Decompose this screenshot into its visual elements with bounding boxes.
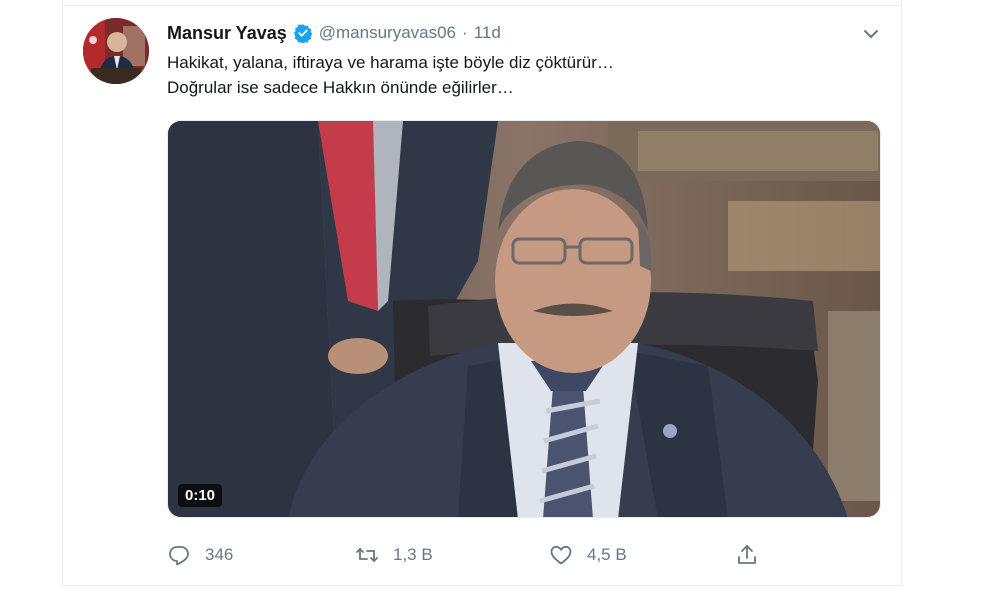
tweet-actions: 346 1,3 B 4,5 B <box>167 540 777 570</box>
verified-badge-icon <box>293 23 313 43</box>
timestamp[interactable]: 11d <box>474 23 501 43</box>
reply-count: 346 <box>205 545 234 564</box>
video-player[interactable]: 0:10 <box>167 120 881 518</box>
retweet-count: 1,3 B <box>393 545 433 564</box>
video-thumbnail <box>168 121 880 517</box>
tweet-text-line-2: Doğrular ise sadece Hakkın önünde eğilir… <box>167 78 514 97</box>
separator: · <box>462 23 468 42</box>
reply-button[interactable]: 346 <box>167 540 233 570</box>
tweet-screenshot: Mansur Yavaş @mansuryavas06 · 11d Hakika… <box>0 0 1000 600</box>
heart-icon <box>550 545 572 565</box>
avatar[interactable] <box>83 18 149 84</box>
share-button[interactable] <box>735 540 773 570</box>
tweet-header: Mansur Yavaş @mansuryavas06 · 11d <box>167 20 501 46</box>
tweet-card[interactable]: Mansur Yavaş @mansuryavas06 · 11d Hakika… <box>62 0 902 586</box>
like-count: 4,5 B <box>587 545 627 564</box>
author-name[interactable]: Mansur Yavaş <box>167 23 287 44</box>
divider <box>63 0 901 6</box>
author-handle[interactable]: @mansuryavas06 <box>319 23 456 43</box>
share-icon <box>738 545 756 564</box>
tweet-text: Hakikat, yalana, iftiraya ve harama işte… <box>167 50 614 100</box>
reply-icon <box>169 546 189 566</box>
like-button[interactable]: 4,5 B <box>549 540 627 570</box>
retweet-button[interactable]: 1,3 B <box>355 540 433 570</box>
tweet-text-line-1: Hakikat, yalana, iftiraya ve harama işte… <box>167 53 614 72</box>
retweet-icon <box>356 548 378 562</box>
chevron-down-icon[interactable] <box>861 24 881 44</box>
video-duration: 0:10 <box>178 484 223 507</box>
